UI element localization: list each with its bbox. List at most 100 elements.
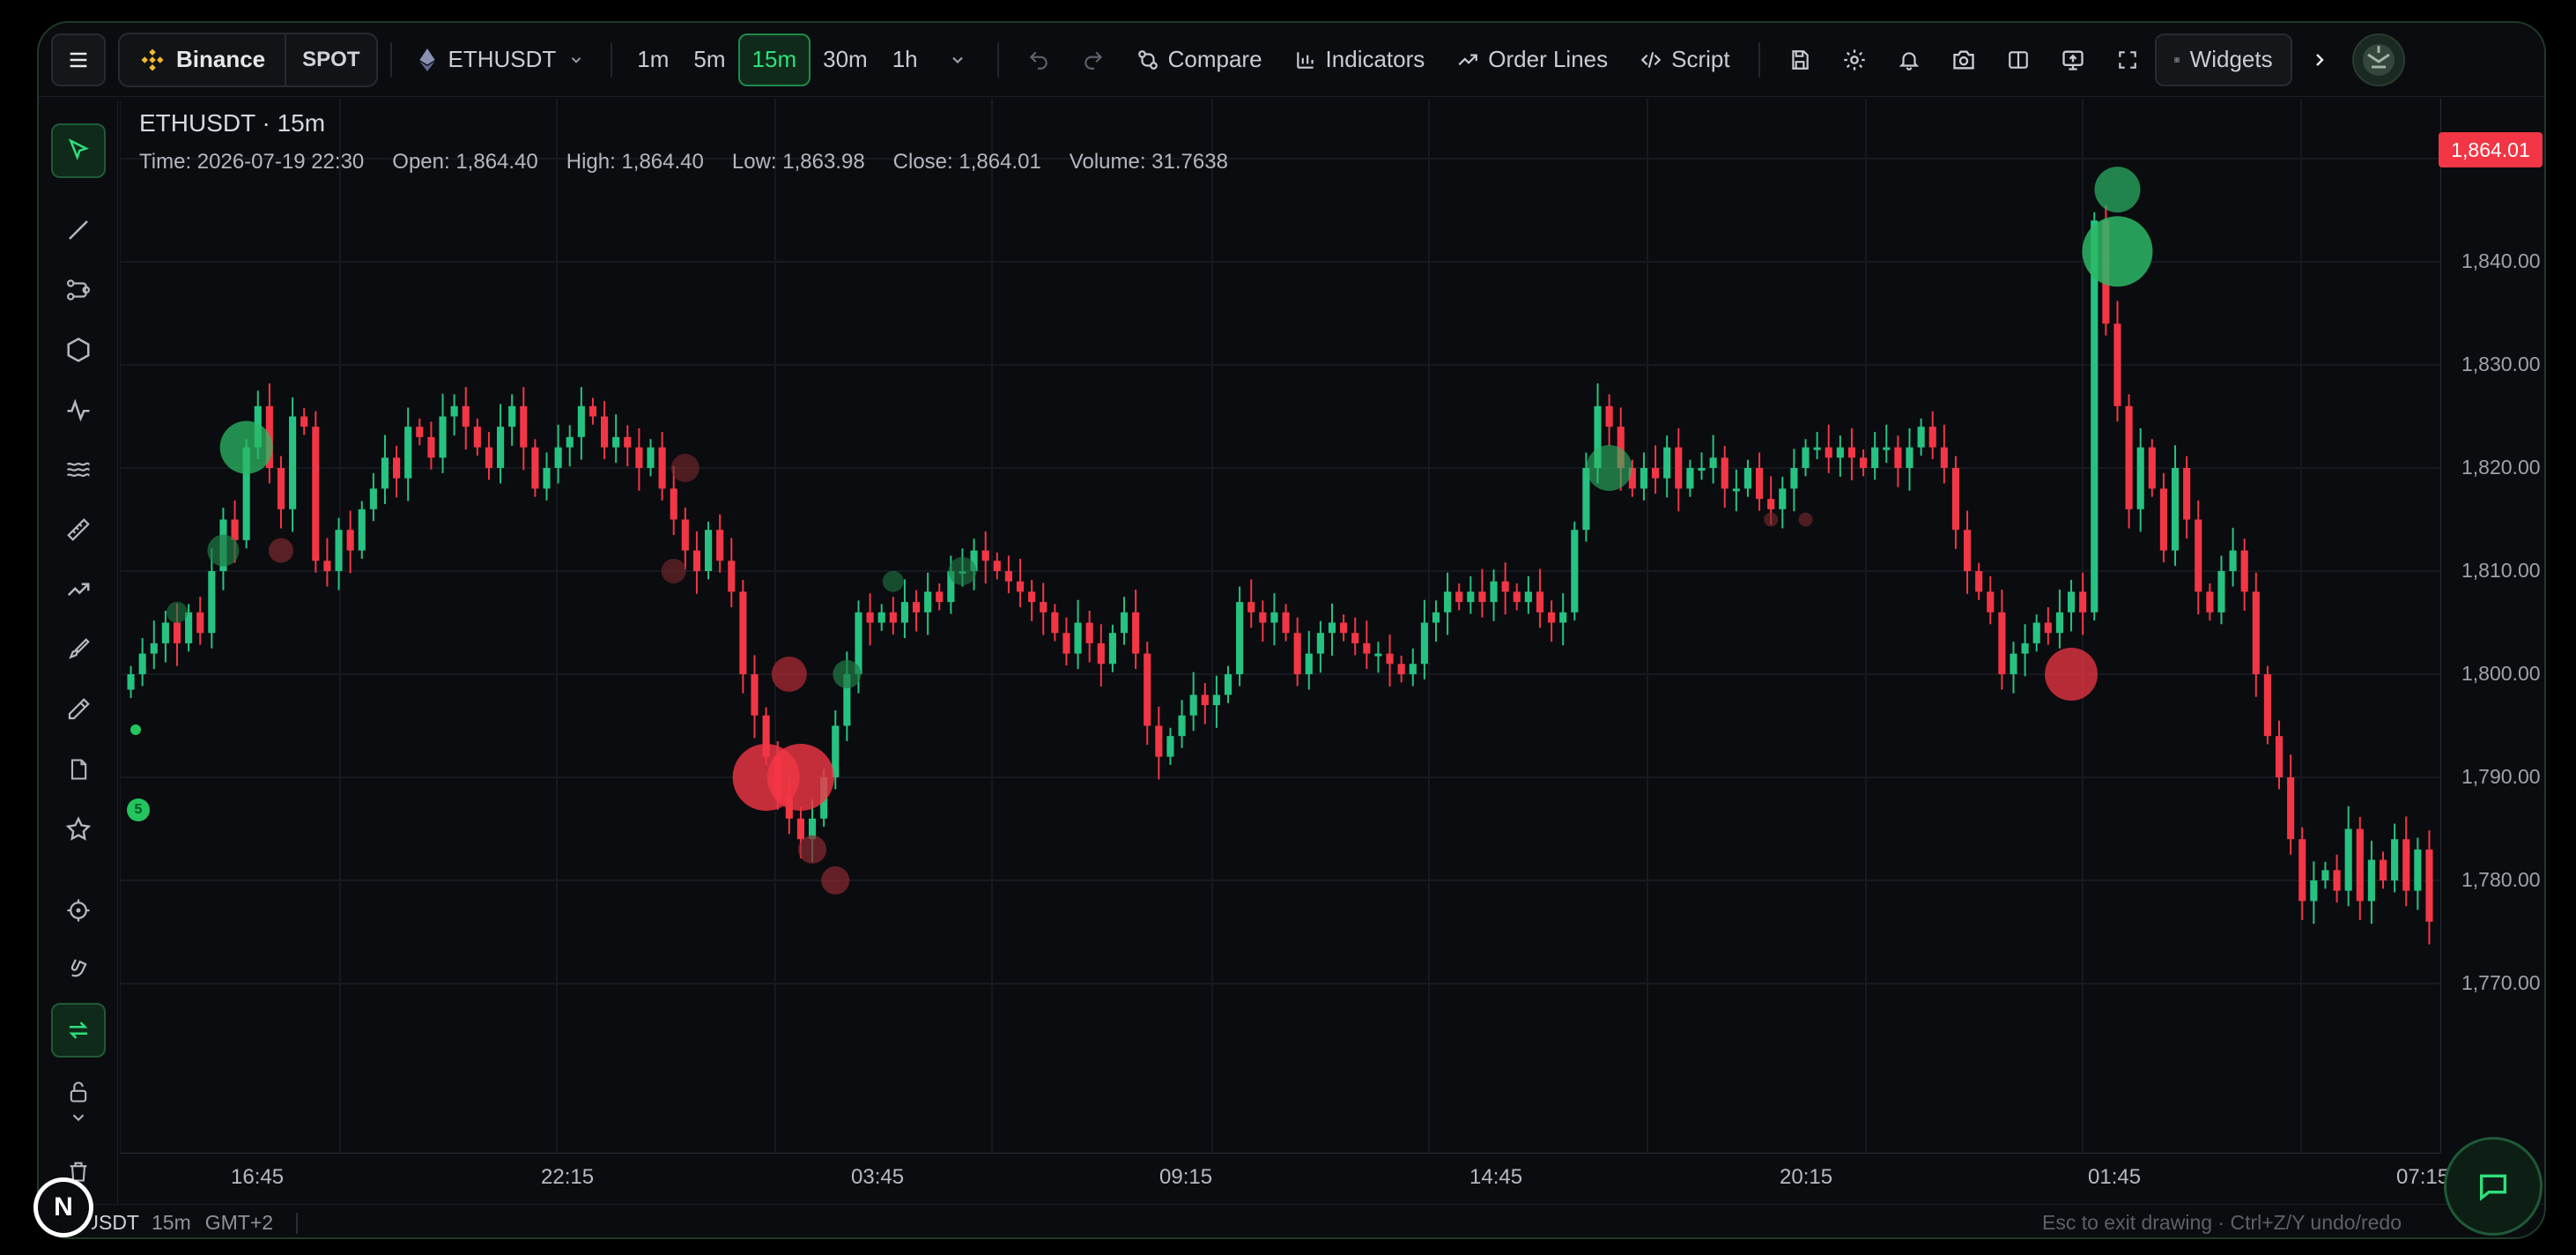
candle-body: [2079, 591, 2087, 613]
price-tick-label: 1,830.00: [2461, 353, 2541, 375]
sync-drawings-tool[interactable]: [51, 1003, 106, 1058]
candle-body: [1132, 612, 1140, 654]
chevron-right-icon: [2315, 53, 2324, 66]
magnet-icon: [70, 959, 87, 977]
candle-body: [1963, 530, 1972, 571]
candle-body: [497, 427, 505, 468]
candle-body: [1144, 653, 1151, 726]
eyedropper-icon: [68, 698, 90, 720]
time-tick-label: 16:45: [231, 1165, 285, 1189]
chart-pane[interactable]: [119, 99, 2440, 1153]
timeframe-15m[interactable]: 15m: [737, 33, 811, 86]
script-button[interactable]: Script: [1624, 33, 1745, 86]
more-timeframes-button[interactable]: [930, 33, 985, 86]
candle-body: [346, 530, 354, 551]
candle-body: [2240, 550, 2248, 592]
candle-body: [1074, 622, 1082, 654]
candle-body: [543, 468, 551, 489]
candle-body: [173, 622, 181, 643]
magnet-tool[interactable]: [51, 943, 106, 998]
cursor-tool[interactable]: [51, 123, 106, 178]
exchange-button[interactable]: Binance: [120, 34, 285, 85]
candle-body: [554, 447, 562, 468]
candle-body: [2379, 859, 2387, 880]
forecast-tool[interactable]: [51, 562, 106, 617]
candle-body: [1894, 447, 1902, 468]
market-type-button[interactable]: SPOT: [285, 33, 375, 85]
settings-button[interactable]: [1827, 33, 1882, 86]
candle-body: [335, 530, 343, 571]
script-label: Script: [1671, 46, 1730, 72]
brush-tool[interactable]: [51, 622, 106, 677]
timeframe-5m[interactable]: 5m: [681, 33, 737, 86]
chevron-down-icon: [72, 1114, 85, 1122]
alerts-button[interactable]: [1882, 33, 1936, 86]
trade-marker-bubble: [670, 454, 700, 482]
scroll-toolbar-right-button[interactable]: [2292, 33, 2347, 86]
candle-body: [1513, 591, 1521, 603]
ruler-icon: [67, 518, 90, 541]
magnet-target-tool[interactable]: [51, 883, 106, 938]
multi-line-tool[interactable]: [51, 263, 106, 317]
polygon-tool[interactable]: [51, 323, 106, 377]
candle-body: [289, 416, 297, 509]
candle-body: [1120, 612, 1129, 634]
candle-body: [2321, 870, 2329, 880]
present-button[interactable]: [2046, 33, 2100, 86]
color-picker-tool[interactable]: [51, 682, 106, 737]
app-logo-badge[interactable]: N: [33, 1177, 93, 1237]
candle-body: [2010, 653, 2017, 674]
indicators-button[interactable]: Indicators: [1278, 33, 1441, 86]
trade-marker-bubble: [766, 744, 834, 811]
candle-body: [1155, 725, 1163, 757]
candle-body: [2195, 519, 2202, 592]
trade-marker-bubble: [882, 570, 904, 592]
legend-open: Open: 1,864.40: [392, 150, 538, 174]
n-logo-icon: N: [38, 1182, 89, 1233]
layout-button[interactable]: [1991, 33, 2046, 86]
undo-button[interactable]: [1011, 33, 1066, 86]
candle-body: [1166, 736, 1174, 757]
symbol-selector[interactable]: ETHUSDT: [404, 33, 599, 86]
candle-body: [1397, 664, 1405, 674]
candlestick-chart[interactable]: [119, 99, 2440, 1153]
candle-body: [312, 427, 320, 561]
legend-close: Close: 1,864.01: [892, 150, 1041, 174]
candle-body: [1236, 602, 1244, 674]
indicators-label: Indicators: [1325, 46, 1425, 72]
trade-marker-bubble: [1764, 512, 1779, 527]
fibonacci-tool[interactable]: [51, 442, 106, 497]
candle-body: [2171, 468, 2180, 551]
redo-button[interactable]: [1066, 33, 1121, 86]
fullscreen-button[interactable]: [2100, 33, 2155, 86]
candle-body: [208, 571, 216, 634]
timeframe-1m[interactable]: 1m: [625, 33, 681, 86]
candle-body: [1802, 447, 1810, 468]
status-timezone[interactable]: GMT+2: [205, 1211, 273, 1235]
menu-button[interactable]: [51, 33, 106, 86]
timeframe-1h[interactable]: 1h: [880, 33, 930, 86]
candle-body: [1108, 633, 1116, 665]
pattern-tool[interactable]: [51, 382, 106, 437]
order-lines-button[interactable]: Order Lines: [1440, 33, 1624, 86]
avatar[interactable]: [2351, 33, 2405, 86]
candle-body: [473, 427, 481, 448]
favorites-tool[interactable]: [51, 802, 106, 857]
screenshot-button[interactable]: [1936, 33, 1991, 86]
expand-tools-button[interactable]: [51, 1100, 106, 1135]
candle-body: [427, 436, 435, 458]
chat-button[interactable]: [2444, 1137, 2543, 1236]
candle-body: [658, 447, 666, 489]
candle-body: [1790, 468, 1798, 489]
timeframe-30m[interactable]: 30m: [811, 33, 880, 86]
candle-body: [2252, 591, 2260, 674]
trade-marker-bubble: [833, 660, 862, 688]
candle-body: [450, 405, 458, 417]
save-button[interactable]: [1773, 33, 1827, 86]
widgets-button[interactable]: Widgets: [2154, 33, 2292, 86]
measure-tool[interactable]: [51, 502, 106, 557]
trend-line-tool[interactable]: [51, 203, 106, 257]
notes-tool[interactable]: [51, 742, 106, 797]
candle-body: [624, 436, 632, 448]
compare-button[interactable]: Compare: [1121, 33, 1278, 86]
